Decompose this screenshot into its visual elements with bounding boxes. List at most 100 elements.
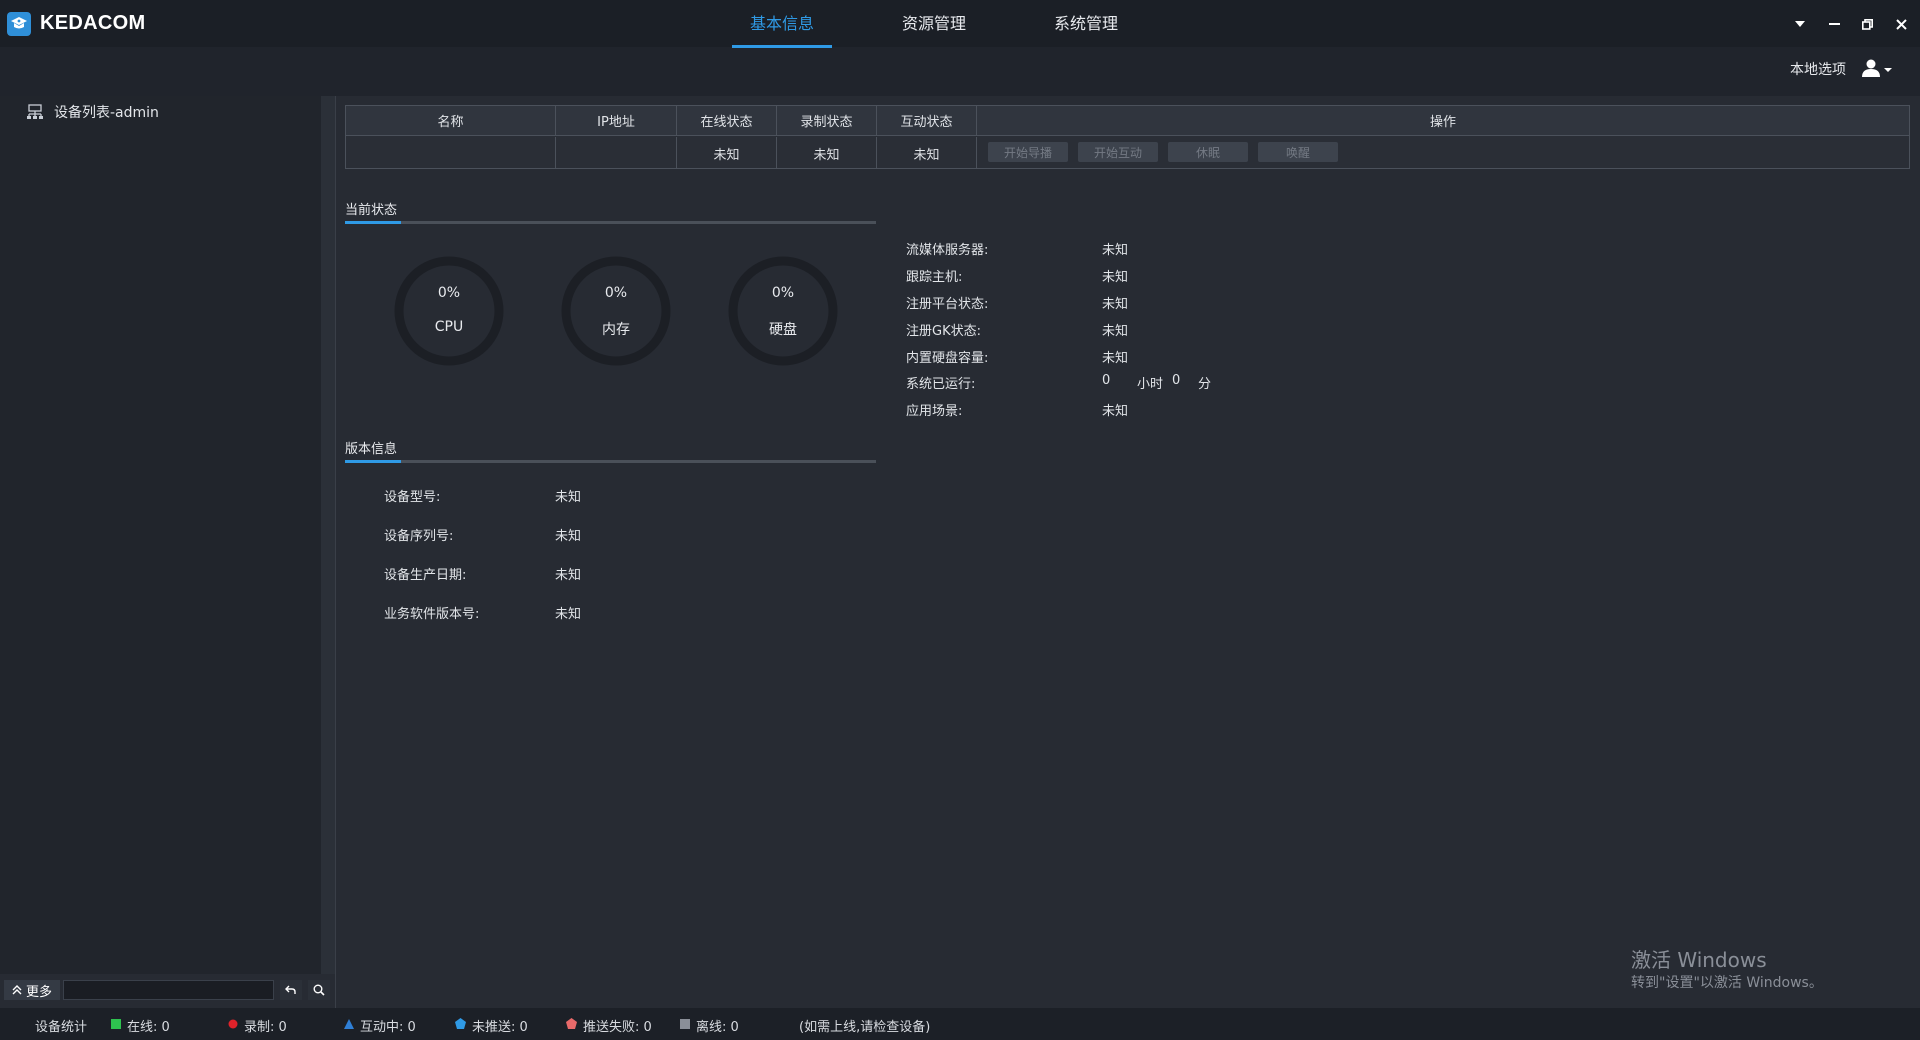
nav-bar xyxy=(0,47,1920,96)
uptime-label: 系统已运行: xyxy=(906,377,976,392)
device-group-icon xyxy=(27,104,43,119)
panel-divider xyxy=(335,96,336,1008)
recording-count: 录制: 0 xyxy=(228,1017,287,1035)
cell-recording-status[interactable]: 未知 xyxy=(777,137,877,169)
cpu-gauge-value: 0% xyxy=(437,285,461,301)
app-title: KEDACOM xyxy=(40,12,146,34)
device-list-root[interactable]: 设备列表-admin xyxy=(26,102,159,122)
column-header-recording-status[interactable]: 录制状态 xyxy=(777,106,877,136)
push-failed-count-text: 推送失败: 0 xyxy=(583,1019,652,1035)
push-failed-count: 推送失败: 0 xyxy=(566,1017,652,1035)
recording-count-text: 录制: 0 xyxy=(244,1019,287,1035)
cpu-gauge-label: CPU xyxy=(434,319,464,335)
serial-number-value: 未知 xyxy=(555,529,582,544)
device-table: 名称 IP地址 在线状态 录制状态 互动状态 操作 未知 未知 未知 开始导播 … xyxy=(345,105,1910,169)
search-button[interactable] xyxy=(308,980,330,1000)
online-square-icon xyxy=(111,1018,121,1033)
current-status-underline xyxy=(345,221,876,224)
restore-icon[interactable] xyxy=(1854,11,1880,37)
minimize-icon[interactable] xyxy=(1821,11,1847,37)
interacting-count: 互动中: 0 xyxy=(344,1017,416,1035)
kedacom-logo-icon xyxy=(7,12,31,36)
cell-ip[interactable] xyxy=(556,137,677,169)
search-icon xyxy=(313,984,325,996)
more-button[interactable]: 更多 xyxy=(4,980,60,1000)
sleep-button[interactable]: 休眠 xyxy=(1168,142,1248,162)
disk-gauge: 0% 硬盘 xyxy=(727,255,839,367)
device-statistics-label: 设备统计 xyxy=(35,1019,88,1035)
offline-square-icon xyxy=(680,1018,690,1033)
uptime-hours: 0 xyxy=(1102,373,1111,388)
cell-interaction-status[interactable]: 未知 xyxy=(877,137,977,169)
undo-button[interactable] xyxy=(280,980,302,1000)
serial-number-label: 设备序列号: xyxy=(384,529,454,544)
gk-registration-value: 未知 xyxy=(1102,324,1129,339)
memory-gauge-value: 0% xyxy=(604,285,628,301)
recording-dot-icon xyxy=(228,1018,238,1033)
tab-resource-management[interactable]: 资源管理 xyxy=(884,10,984,48)
application-scene-value: 未知 xyxy=(1102,404,1129,419)
online-hint: (如需上线,请检查设备) xyxy=(799,1019,931,1035)
cell-name[interactable] xyxy=(346,137,556,169)
uptime-minutes-unit: 分 xyxy=(1198,377,1212,392)
windows-activation-watermark-subtitle: 转到"设置"以激活 Windows。 xyxy=(1631,975,1823,991)
tab-basic-info[interactable]: 基本信息 xyxy=(732,10,832,48)
device-search-input[interactable] xyxy=(63,980,274,1000)
device-model-value: 未知 xyxy=(555,490,582,505)
production-date-value: 未知 xyxy=(555,568,582,583)
device-list-label: 设备列表-admin xyxy=(54,105,159,121)
memory-gauge: 0% 内存 xyxy=(560,255,672,367)
disk-gauge-value: 0% xyxy=(771,285,795,301)
offline-count-text: 离线: 0 xyxy=(696,1019,739,1035)
interacting-count-text: 互动中: 0 xyxy=(360,1019,416,1035)
not-pushed-count: 未推送: 0 xyxy=(455,1017,528,1035)
disk-gauge-label: 硬盘 xyxy=(769,322,797,338)
device-model-label: 设备型号: xyxy=(384,490,441,505)
column-header-ip[interactable]: IP地址 xyxy=(556,106,677,136)
current-status-title: 当前状态 xyxy=(345,203,398,218)
version-info-underline xyxy=(345,460,876,463)
local-options-link[interactable]: 本地选项 xyxy=(1790,59,1846,79)
column-header-online-status[interactable]: 在线状态 xyxy=(677,106,777,136)
offline-count: 离线: 0 xyxy=(680,1017,739,1035)
dropdown-menu-icon[interactable] xyxy=(1787,11,1813,37)
tracking-host-value: 未知 xyxy=(1102,270,1129,285)
not-pushed-pentagon-icon xyxy=(455,1017,466,1033)
uptime-minutes: 0 xyxy=(1172,373,1181,388)
undo-icon xyxy=(285,985,296,994)
internal-disk-value: 未知 xyxy=(1102,351,1129,366)
online-count-text: 在线: 0 xyxy=(127,1019,170,1035)
uptime-hours-unit: 小时 xyxy=(1137,377,1164,392)
sidebar-scrollbar[interactable] xyxy=(321,96,335,974)
not-pushed-count-text: 未推送: 0 xyxy=(472,1019,528,1035)
column-header-interaction-status[interactable]: 互动状态 xyxy=(877,106,977,136)
online-count: 在线: 0 xyxy=(111,1017,170,1035)
windows-activation-watermark-title: 激活 Windows xyxy=(1631,948,1767,972)
start-directing-button[interactable]: 开始导播 xyxy=(988,142,1068,162)
application-scene-label: 应用场景: xyxy=(906,404,963,419)
platform-registration-value: 未知 xyxy=(1102,297,1129,312)
memory-gauge-label: 内存 xyxy=(602,322,630,338)
column-header-name[interactable]: 名称 xyxy=(346,106,556,136)
push-failed-pentagon-icon xyxy=(566,1017,577,1033)
platform-registration-label: 注册平台状态: xyxy=(906,297,989,312)
software-version-label: 业务软件版本号: xyxy=(384,607,480,622)
production-date-label: 设备生产日期: xyxy=(384,568,467,583)
wake-button[interactable]: 唤醒 xyxy=(1258,142,1338,162)
more-button-label: 更多 xyxy=(25,984,52,1000)
streaming-server-label: 流媒体服务器: xyxy=(906,243,989,258)
streaming-server-value: 未知 xyxy=(1102,243,1129,258)
interacting-triangle-icon xyxy=(344,1018,354,1033)
close-icon[interactable] xyxy=(1888,11,1914,37)
user-account-icon[interactable] xyxy=(1862,58,1896,80)
double-chevron-up-icon xyxy=(12,985,22,995)
software-version-value: 未知 xyxy=(555,607,582,622)
start-interaction-button[interactable]: 开始互动 xyxy=(1078,142,1158,162)
device-tree-panel xyxy=(0,96,321,974)
cpu-gauge: 0% CPU xyxy=(393,255,505,367)
tab-system-management[interactable]: 系统管理 xyxy=(1036,10,1136,48)
cell-online-status[interactable]: 未知 xyxy=(677,137,777,169)
status-bar xyxy=(0,1008,1920,1040)
internal-disk-label: 内置硬盘容量: xyxy=(906,351,989,366)
version-info-title: 版本信息 xyxy=(345,442,398,457)
